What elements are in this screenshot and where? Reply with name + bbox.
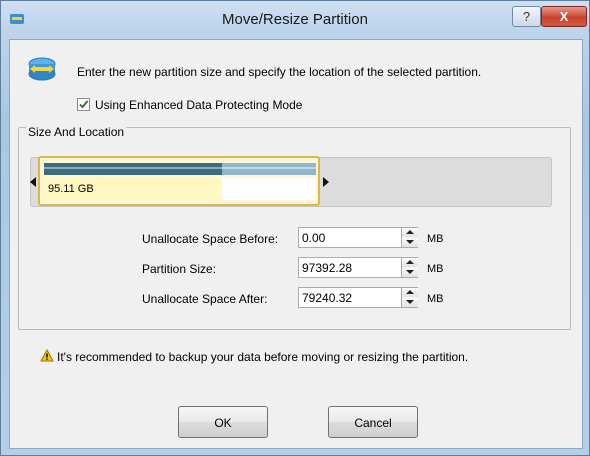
- arrow-up-icon: [406, 260, 414, 264]
- cancel-button[interactable]: Cancel: [328, 406, 418, 438]
- move-resize-dialog: Move/Resize Partition ? X Enter the new …: [0, 0, 590, 456]
- dialog-body: Enter the new partition size and specify…: [9, 39, 583, 449]
- unallocate-after-input[interactable]: [299, 288, 401, 307]
- usage-bar: [44, 163, 316, 175]
- warning-text: It's recommended to backup your data bef…: [57, 350, 469, 364]
- intro-text: Enter the new partition size and specify…: [77, 65, 482, 79]
- help-button[interactable]: ?: [512, 6, 541, 27]
- partition-size-field-label: Partition Size:: [142, 262, 217, 276]
- window-title: Move/Resize Partition: [222, 11, 368, 28]
- unallocate-before-spinner[interactable]: [298, 227, 418, 248]
- unit-label: MB: [427, 263, 444, 275]
- arrow-up-icon: [406, 230, 414, 234]
- enhanced-mode-label[interactable]: Using Enhanced Data Protecting Mode: [95, 98, 302, 112]
- unit-label: MB: [427, 233, 444, 245]
- close-button[interactable]: X: [541, 6, 587, 27]
- partition-size-label: 95.11 GB: [48, 183, 94, 195]
- warning-icon: [40, 348, 54, 365]
- partition-block[interactable]: 95.11 GB: [38, 156, 320, 206]
- ok-button[interactable]: OK: [178, 406, 268, 438]
- button-bar: [10, 382, 582, 448]
- group-label: Size And Location: [26, 125, 127, 139]
- partition-resize-icon: [26, 54, 58, 86]
- unallocate-before-label: Unallocate Space Before:: [142, 232, 279, 246]
- partition-size-input[interactable]: [299, 258, 401, 277]
- arrow-up-icon: [406, 290, 414, 294]
- title-bar[interactable]: Move/Resize Partition ? X: [1, 1, 589, 39]
- spin-down-button[interactable]: [401, 267, 418, 277]
- spin-down-button[interactable]: [401, 297, 418, 307]
- resize-handle-right[interactable]: [323, 177, 329, 187]
- enhanced-mode-checkbox[interactable]: [77, 98, 90, 111]
- usage-bar-fill: [44, 163, 223, 175]
- partition-size-spinner[interactable]: [298, 257, 418, 278]
- resize-handle-left[interactable]: [30, 177, 36, 187]
- unallocate-before-input[interactable]: [299, 228, 401, 247]
- usage-bar-stripe: [44, 167, 316, 169]
- arrow-down-icon: [406, 240, 414, 244]
- checkmark-icon: [79, 100, 89, 109]
- spin-down-button[interactable]: [401, 237, 418, 247]
- arrow-down-icon: [406, 300, 414, 304]
- unit-label: MB: [427, 293, 444, 305]
- arrow-down-icon: [406, 270, 414, 274]
- unallocate-after-spinner[interactable]: [298, 287, 418, 308]
- unallocate-after-label: Unallocate Space After:: [142, 292, 268, 306]
